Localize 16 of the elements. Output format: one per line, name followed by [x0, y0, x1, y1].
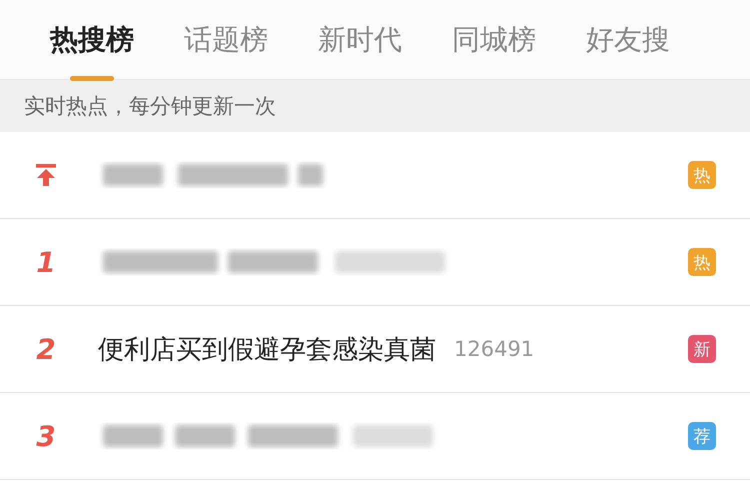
tab[interactable]: 同城榜: [452, 16, 536, 62]
tab[interactable]: 好友搜: [586, 16, 670, 62]
hot-search-title[interactable]: 便利店买到假避孕套感染真菌: [98, 332, 436, 366]
tag-badge: 新: [688, 335, 716, 363]
tab[interactable]: 热搜榜: [50, 16, 134, 62]
active-tab-indicator: [70, 76, 114, 80]
rank-number: 3: [36, 420, 56, 452]
tag-badge: 荐: [688, 422, 716, 450]
tab[interactable]: 话题榜: [184, 16, 268, 62]
notice-text: 实时热点，每分钟更新一次: [24, 93, 276, 120]
tab[interactable]: 新时代: [318, 16, 402, 62]
rank-number: 1: [36, 246, 56, 278]
rank-number: 2: [36, 332, 56, 366]
tag-badge: 热: [688, 161, 716, 189]
search-count: 126491: [454, 337, 534, 361]
tag-badge: 热: [688, 248, 716, 276]
